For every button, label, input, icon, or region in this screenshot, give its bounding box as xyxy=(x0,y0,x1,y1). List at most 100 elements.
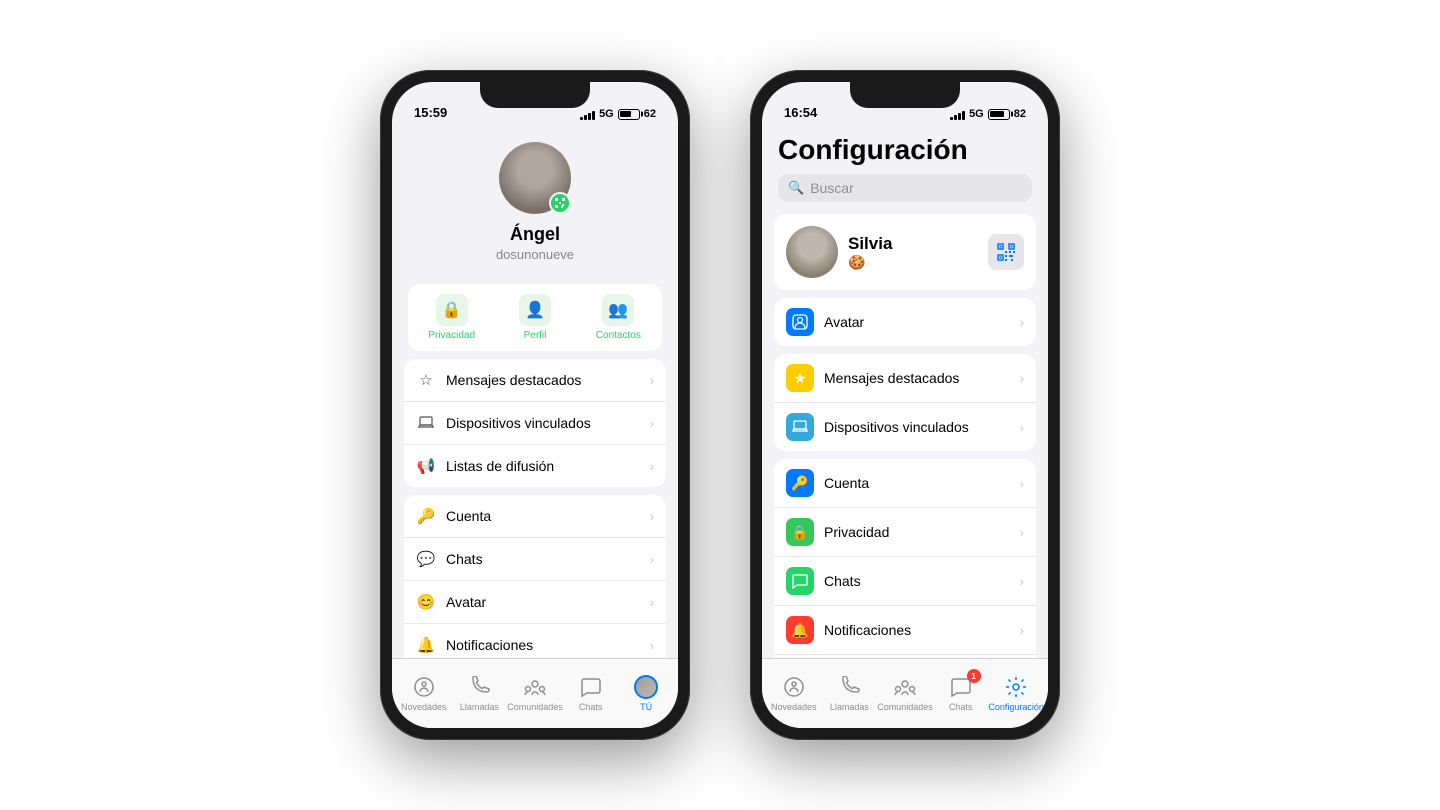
signal-bars-2 xyxy=(950,109,965,120)
avatar-icon-badge xyxy=(786,308,814,336)
nav-tu-1[interactable]: TÚ xyxy=(618,675,674,712)
menu-section-2-avatar: Avatar › xyxy=(774,298,1036,346)
profile-section-1: Ángel dosunonueve xyxy=(392,126,678,274)
menu-section-2c: 🔑 Cuenta › 🔒 Privacidad › xyxy=(774,459,1036,658)
chat-icon: 💬 xyxy=(416,549,436,569)
menu-section-1a: ☆ Mensajes destacados › Dispositivos vin… xyxy=(404,359,666,487)
signal-bars-1 xyxy=(580,109,595,120)
menu-chats-2[interactable]: Chats › xyxy=(774,557,1036,606)
menu-cuenta-2[interactable]: 🔑 Cuenta › xyxy=(774,459,1036,508)
chevron-icon: › xyxy=(650,416,654,431)
search-placeholder-2: Buscar xyxy=(810,180,854,196)
nav-llamadas-2[interactable]: Llamadas xyxy=(822,675,878,712)
menu-dispositivos-2[interactable]: Dispositivos vinculados › xyxy=(774,403,1036,451)
menu-label-notificaciones-2: Notificaciones xyxy=(824,622,1010,638)
profile-info-2: Silvia 🍪 xyxy=(848,234,892,271)
status-time-2: 16:54 xyxy=(784,105,817,120)
qa-privacidad[interactable]: 🔒 Privacidad xyxy=(414,294,489,341)
nav-novedades-1[interactable]: Novedades xyxy=(396,675,452,712)
nav-comunidades-1[interactable]: Comunidades xyxy=(507,675,563,712)
notch-2 xyxy=(850,82,960,108)
menu-label-listas: Listas de difusión xyxy=(446,458,640,474)
qa-icon-contactos: 👥 xyxy=(602,294,634,326)
chevron-icon: › xyxy=(1020,371,1024,386)
menu-mensajes-2[interactable]: ★ Mensajes destacados › xyxy=(774,354,1036,403)
menu-mensajes-destacados[interactable]: ☆ Mensajes destacados › xyxy=(404,359,666,402)
star-icon: ☆ xyxy=(416,370,436,390)
nav-label-configuracion-2: Configuración xyxy=(988,702,1044,712)
status-icons-1: 5G 62 xyxy=(580,108,656,120)
qr-badge-1[interactable] xyxy=(549,192,571,214)
menu-label-avatar: Avatar xyxy=(446,594,640,610)
chevron-icon: › xyxy=(650,459,654,474)
menu-label-chats: Chats xyxy=(446,551,640,567)
menu-scroll-1: ☆ Mensajes destacados › Dispositivos vin… xyxy=(392,351,678,658)
qa-perfil[interactable]: 👤 Perfil xyxy=(497,294,572,341)
battery-pct-1: 62 xyxy=(644,108,656,120)
qr-btn-2[interactable] xyxy=(988,234,1024,270)
nav-label-tu-1: TÚ xyxy=(640,702,652,712)
menu-label-cuenta-2: Cuenta xyxy=(824,475,1010,491)
network-1: 5G xyxy=(599,108,614,120)
nav-llamadas-1[interactable]: Llamadas xyxy=(452,675,508,712)
phone-2: 16:54 5G 82 Configuración 🔍 Buscar xyxy=(750,70,1060,740)
updates-icon xyxy=(412,675,436,699)
bottom-nav-1: Novedades Llamadas xyxy=(392,658,678,728)
nav-label-novedades-2: Novedades xyxy=(771,702,817,712)
notch-1 xyxy=(480,82,590,108)
status-icons-2: 5G 82 xyxy=(950,108,1026,120)
nav-configuracion-2[interactable]: Configuración xyxy=(988,675,1044,712)
menu-dispositivos-vinculados[interactable]: Dispositivos vinculados › xyxy=(404,402,666,445)
key-icon-badge: 🔑 xyxy=(786,469,814,497)
profile-left-2: Silvia 🍪 xyxy=(786,226,892,278)
chevron-icon: › xyxy=(1020,476,1024,491)
avatar-icon: 😊 xyxy=(416,592,436,612)
chats-icon-2 xyxy=(949,675,973,699)
laptop-icon xyxy=(416,413,436,433)
calls-icon xyxy=(467,675,491,699)
profile-card-2[interactable]: Silvia 🍪 xyxy=(774,214,1036,290)
nav-chats-1[interactable]: Chats xyxy=(563,675,619,712)
battery-2 xyxy=(988,109,1010,120)
nav-comunidades-2[interactable]: Comunidades xyxy=(877,675,933,712)
chevron-icon: › xyxy=(1020,623,1024,638)
p2-header: Configuración 🔍 Buscar xyxy=(762,126,1048,214)
chevron-icon: › xyxy=(650,552,654,567)
avatar-wrap-1[interactable] xyxy=(499,142,571,214)
chats-icon-badge xyxy=(786,567,814,595)
search-icon-2: 🔍 xyxy=(788,180,804,196)
menu-notificaciones-2[interactable]: 🔔 Notificaciones › xyxy=(774,606,1036,655)
menu-avatar-2[interactable]: Avatar › xyxy=(774,298,1036,346)
menu-chats[interactable]: 💬 Chats › xyxy=(404,538,666,581)
menu-section-1b: 🔑 Cuenta › 💬 Chats › 😊 Avatar › xyxy=(404,495,666,658)
menu-notificaciones[interactable]: 🔔 Notificaciones › xyxy=(404,624,666,658)
chevron-icon: › xyxy=(650,509,654,524)
chevron-icon: › xyxy=(1020,525,1024,540)
user-name-1: Ángel xyxy=(510,224,560,245)
nav-chats-2[interactable]: Chats xyxy=(933,675,989,712)
chevron-icon: › xyxy=(1020,315,1024,330)
qa-label-perfil: Perfil xyxy=(524,330,547,341)
key-icon: 🔑 xyxy=(416,506,436,526)
menu-label-cuenta: Cuenta xyxy=(446,508,640,524)
nav-label-comunidades-1: Comunidades xyxy=(507,702,563,712)
notif-icon-badge: 🔔 xyxy=(786,616,814,644)
menu-privacidad-2[interactable]: 🔒 Privacidad › xyxy=(774,508,1036,557)
calls-icon-2 xyxy=(837,675,861,699)
menu-listas-difusion[interactable]: 📢 Listas de difusión › xyxy=(404,445,666,487)
menu-avatar[interactable]: 😊 Avatar › xyxy=(404,581,666,624)
user-name-2: Silvia xyxy=(848,234,892,254)
menu-scroll-2: Silvia 🍪 xyxy=(762,214,1048,658)
nav-novedades-2[interactable]: Novedades xyxy=(766,675,822,712)
p2-search[interactable]: 🔍 Buscar xyxy=(778,174,1032,202)
menu-label-mensajes: Mensajes destacados xyxy=(446,372,640,388)
menu-cuenta[interactable]: 🔑 Cuenta › xyxy=(404,495,666,538)
nav-label-chats-2: Chats xyxy=(949,702,973,712)
qa-contactos[interactable]: 👥 Contactos xyxy=(581,294,656,341)
qa-icon-perfil: 👤 xyxy=(519,294,551,326)
nav-label-llamadas-2: Llamadas xyxy=(830,702,869,712)
broadcast-icon: 📢 xyxy=(416,456,436,476)
battery-fill-1 xyxy=(620,111,631,117)
updates-icon-2 xyxy=(782,675,806,699)
battery-fill-2 xyxy=(990,111,1004,117)
